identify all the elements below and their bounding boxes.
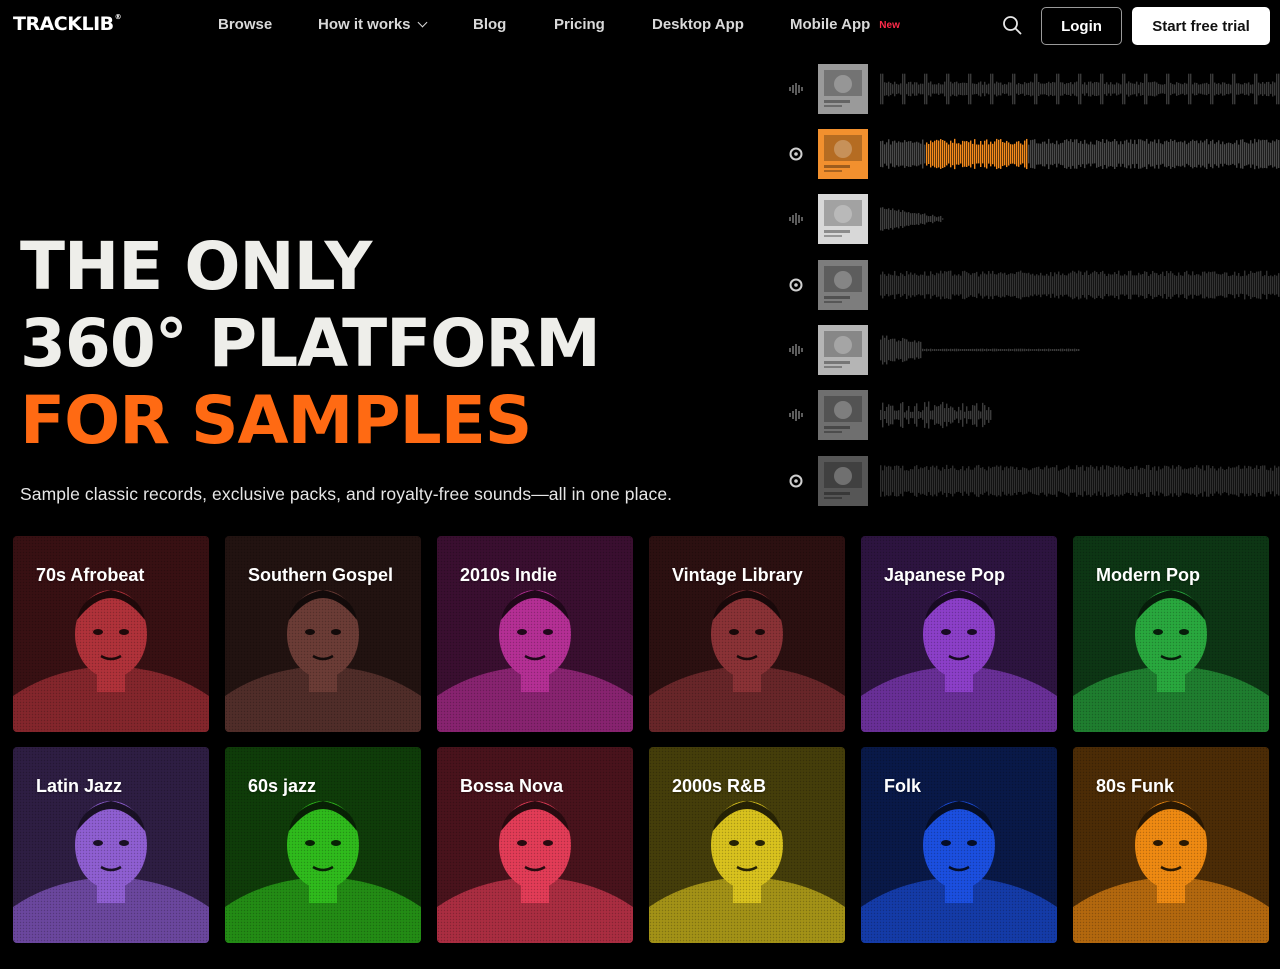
track-row[interactable]	[788, 194, 1280, 244]
genre-tile[interactable]: 70s Afrobeat	[13, 536, 209, 732]
waveform[interactable]	[880, 461, 1280, 501]
nav-link-browse[interactable]: Browse	[218, 16, 272, 33]
genre-label: 60s jazz	[248, 776, 317, 796]
genre-label: Southern Gospel	[248, 565, 394, 585]
genre-tile[interactable]: 2010s Indie	[437, 536, 633, 732]
nav-link-desktop-app[interactable]: Desktop App	[652, 16, 744, 33]
genre-label: Bossa Nova	[460, 776, 564, 796]
genre-label: Japanese Pop	[884, 565, 1006, 585]
waveform-icon[interactable]	[788, 81, 804, 97]
logo-text: TRACKLIB	[13, 13, 114, 35]
waveform-icon[interactable]	[788, 407, 804, 423]
hero-line-1: THE ONLY	[20, 228, 372, 305]
genre-tile[interactable]: Folk	[861, 747, 1057, 943]
hero-subtitle: Sample classic records, exclusive packs,…	[20, 484, 673, 504]
waveform-icon[interactable]	[788, 211, 804, 227]
album-cover[interactable]	[818, 456, 868, 506]
hero-line-3: FOR SAMPLES	[20, 382, 532, 459]
login-label: Login	[1061, 17, 1102, 35]
track-row[interactable]	[788, 390, 1280, 440]
waveform[interactable]	[880, 69, 1280, 109]
genre-tile[interactable]: 2000s R&B	[649, 747, 845, 943]
genre-label: Vintage Library	[672, 565, 803, 585]
nav-link-label: Pricing	[554, 16, 605, 33]
album-cover[interactable]	[818, 129, 868, 179]
genre-tile[interactable]: Japanese Pop	[861, 536, 1057, 732]
album-cover[interactable]	[818, 64, 868, 114]
genre-label: 2010s Indie	[460, 565, 558, 585]
chevron-down-icon	[417, 17, 427, 28]
waveform-icon[interactable]	[788, 342, 804, 358]
genre-tile[interactable]: 60s jazz	[225, 747, 421, 943]
album-cover[interactable]	[818, 260, 868, 310]
search-icon[interactable]	[1002, 15, 1022, 35]
genre-tile[interactable]: Bossa Nova	[437, 747, 633, 943]
nav-link-pricing[interactable]: Pricing	[554, 16, 605, 33]
tracklib-logo[interactable]: TRACKLIB®	[13, 13, 122, 35]
genre-label: 2000s R&B	[672, 776, 767, 796]
logo-registered-mark: ®	[114, 13, 122, 21]
genre-label: 80s Funk	[1096, 776, 1175, 796]
track-row[interactable]	[788, 456, 1280, 506]
track-row[interactable]	[788, 260, 1280, 310]
waveform[interactable]	[880, 330, 1280, 370]
genre-tile[interactable]: Latin Jazz	[13, 747, 209, 943]
waveform[interactable]	[880, 134, 1280, 174]
track-row[interactable]	[788, 129, 1280, 179]
play-icon[interactable]	[788, 146, 804, 162]
nav-link-blog[interactable]: Blog	[473, 16, 506, 33]
hero-line-2: 360° PLATFORM	[20, 305, 601, 382]
nav-link-how-it-works[interactable]: How it works	[318, 16, 427, 33]
login-button[interactable]: Login	[1041, 7, 1122, 45]
genre-label: Latin Jazz	[36, 776, 123, 796]
top-nav: TRACKLIB® Browse How it works Blog Prici…	[0, 0, 1280, 50]
genre-label: 70s Afrobeat	[36, 565, 145, 585]
genre-tile[interactable]: Modern Pop	[1073, 536, 1269, 732]
track-row[interactable]	[788, 64, 1280, 114]
new-badge: New	[879, 20, 900, 31]
play-icon[interactable]	[788, 473, 804, 489]
nav-link-label: Blog	[473, 16, 507, 33]
nav-link-label: Browse	[218, 16, 273, 33]
track-row[interactable]	[788, 325, 1280, 375]
album-cover[interactable]	[818, 390, 868, 440]
genre-tile[interactable]: Vintage Library	[649, 536, 845, 732]
hero-title: THE ONLY 360° PLATFORM FOR SAMPLES	[20, 228, 601, 459]
genre-tile[interactable]: Southern Gospel	[225, 536, 421, 732]
genre-label: Folk	[884, 776, 922, 796]
nav-link-label: How it works	[318, 16, 411, 33]
start-free-trial-button[interactable]: Start free trial	[1132, 7, 1270, 45]
waveform[interactable]	[880, 199, 1280, 239]
nav-link-label: Desktop App	[652, 16, 744, 33]
genre-label: Modern Pop	[1096, 565, 1200, 585]
genre-tile[interactable]: 80s Funk	[1073, 747, 1269, 943]
trial-label: Start free trial	[1152, 17, 1250, 35]
waveform[interactable]	[880, 265, 1280, 305]
waveform[interactable]	[880, 395, 1280, 435]
play-icon[interactable]	[788, 277, 804, 293]
nav-link-label: Mobile App	[790, 16, 871, 33]
nav-link-mobile-app[interactable]: Mobile App New	[790, 16, 900, 33]
album-cover[interactable]	[818, 194, 868, 244]
album-cover[interactable]	[818, 325, 868, 375]
